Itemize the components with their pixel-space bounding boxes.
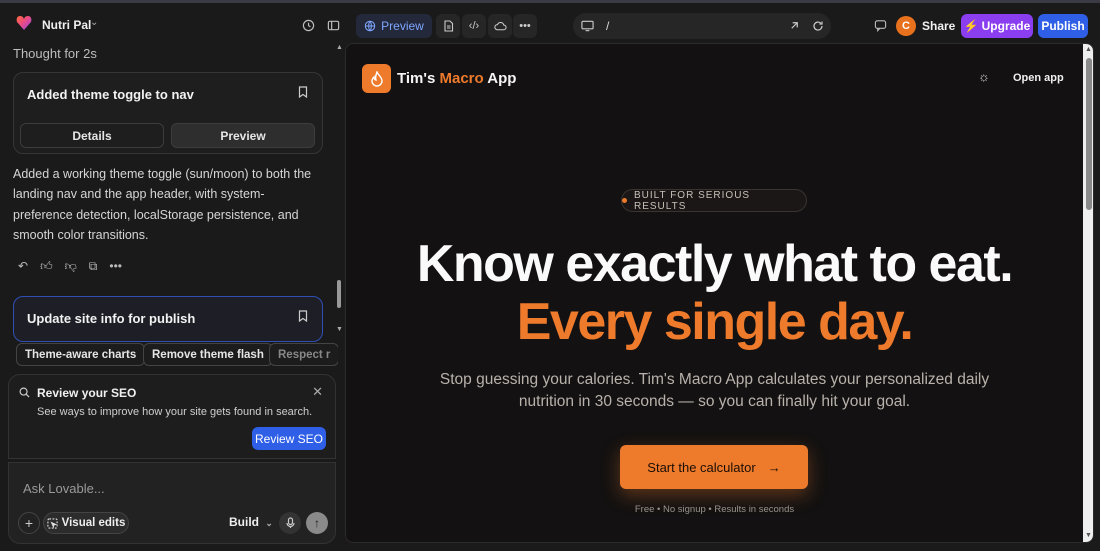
top-bar: Nutri Pal ⌄ Preview ‹/› ••• / C Share ⚡ … [0,0,1100,44]
preview-scrollbar-thumb[interactable] [1086,58,1092,210]
edit-card: Added theme toggle to nav Details Previe… [13,72,323,154]
copy-icon[interactable]: ⧉ [89,259,98,274]
preview-scrollbar[interactable]: ▲ ▼ [1083,44,1093,542]
file-icon[interactable] [436,14,460,38]
thumbs-down-icon[interactable]: 👎︎ [65,259,77,274]
more-icon[interactable]: ••• [513,14,537,38]
upgrade-label: Upgrade [981,19,1031,33]
chevron-down-icon: ⌄ [265,518,273,528]
assistant-message: Added a working theme toggle (sun/moon) … [13,167,312,242]
chat-input[interactable]: Ask Lovable... [23,481,105,496]
upgrade-button[interactable]: ⚡ Upgrade [961,14,1033,38]
chat-composer: Ask Lovable... + Visual edits Build ⌄ ↑ [8,462,336,544]
share-button[interactable]: C Share [896,14,955,38]
app-name-part: App [483,70,517,87]
suggestion-chip[interactable]: Remove theme flash [143,343,273,366]
history-icon[interactable] [298,15,318,35]
badge-dot [622,198,627,203]
chat-scrollbar[interactable] [337,280,341,308]
plus-icon: + [24,515,34,531]
avatar[interactable]: C [896,16,916,36]
flame-logo-icon[interactable] [362,64,391,93]
sidebar-toggle-icon[interactable] [323,15,343,35]
hero-subtitle: Stop guessing your calories. Tim's Macro… [439,371,990,410]
url-path[interactable]: / [606,19,609,33]
microphone-button[interactable] [279,512,301,534]
arrow-up-icon: ↑ [314,516,320,530]
suggestion-chips: Theme-aware charts Remove theme flash Re… [16,343,338,367]
close-icon[interactable]: ✕ [312,384,323,400]
start-calculator-button[interactable]: Start the calculator → [620,445,808,489]
card-preview-button[interactable]: Preview [171,123,315,148]
scroll-down-arrow-icon[interactable]: ▼ [336,326,343,333]
chat-bubble-icon[interactable] [870,15,890,35]
bookmark-icon[interactable] [298,310,308,325]
edit-card-title: Added theme toggle to nav [27,87,194,102]
open-app-link[interactable]: Open app [1013,72,1064,84]
app-name-part: Tim's [397,70,440,87]
more-icon[interactable]: ••• [109,259,122,274]
globe-icon [364,20,376,32]
seo-suggestion: Review your SEO See ways to improve how … [8,374,336,459]
app-name[interactable]: Tim's Macro App [397,70,516,87]
visual-edits-button[interactable]: Visual edits [43,512,129,534]
hero-note: Free • No signup • Results in seconds [634,504,795,515]
undo-icon[interactable]: ↶ [18,259,28,274]
site-preview: Tim's Macro App ☼ Open app BUILT FOR SER… [345,43,1094,543]
hero-headline: Know exactly what to eat. [416,235,1014,293]
bookmark-icon[interactable] [298,86,308,101]
edit-card-title: Update site info for publish [27,311,196,326]
hero-badge: BUILT FOR SERIOUS RESULTS [621,189,807,212]
code-icon[interactable]: ‹/› [462,14,486,38]
scroll-down-arrow-icon[interactable]: ▼ [1085,532,1092,539]
cloud-icon[interactable] [488,14,512,38]
send-button[interactable]: ↑ [306,512,328,534]
thumbs-up-icon[interactable]: 👍︎ [40,259,53,274]
sun-icon[interactable]: ☼ [978,69,990,84]
url-bar[interactable]: / [573,13,831,39]
external-link-icon[interactable] [789,20,800,31]
visual-edits-label: Visual edits [61,517,126,529]
scroll-up-arrow-icon[interactable]: ▲ [336,44,343,51]
hero-headline-accent: Every single day. [516,293,914,351]
search-icon [19,387,30,401]
thought-indicator[interactable]: Thought for 2s [13,46,97,61]
details-button[interactable]: Details [20,123,164,148]
suggestion-chip[interactable]: Theme-aware charts [16,343,146,366]
tab-preview[interactable]: Preview [356,14,432,38]
mode-label: Build [229,515,259,529]
publish-button[interactable]: Publish [1038,14,1088,38]
lightning-icon: ⚡ [963,19,979,33]
scroll-up-arrow-icon[interactable]: ▲ [1085,46,1092,53]
add-attachment-button[interactable]: + [18,512,40,534]
chat-panel: Thought for 2s Added theme toggle to nav… [0,44,344,551]
edit-card: Update site info for publish [13,296,323,342]
cta-label: Start the calculator [647,459,756,475]
monitor-icon[interactable] [581,20,594,32]
microphone-icon [285,517,295,528]
suggestion-chip[interactable]: Respect r [269,343,338,366]
mode-select[interactable]: Build ⌄ [229,515,273,529]
preview-tab-label: Preview [381,19,424,33]
review-seo-button[interactable]: Review SEO [252,427,326,450]
share-label: Share [922,19,956,33]
message-actions: ↶ 👍︎ 👎︎ ⧉ ••• [18,259,122,274]
app-name-accent: Macro [439,70,484,87]
lovable-logo-icon[interactable] [16,15,32,31]
chevron-down-icon[interactable]: ⌄ [90,17,98,28]
project-name[interactable]: Nutri Pal [42,18,91,32]
badge-label: BUILT FOR SERIOUS RESULTS [634,189,751,212]
arrow-right-icon: → [767,459,781,475]
refresh-icon[interactable] [812,20,824,32]
seo-title: Review your SEO [37,386,137,400]
visual-edits-icon [47,517,58,529]
seo-description: See ways to improve how your site gets f… [37,406,313,418]
